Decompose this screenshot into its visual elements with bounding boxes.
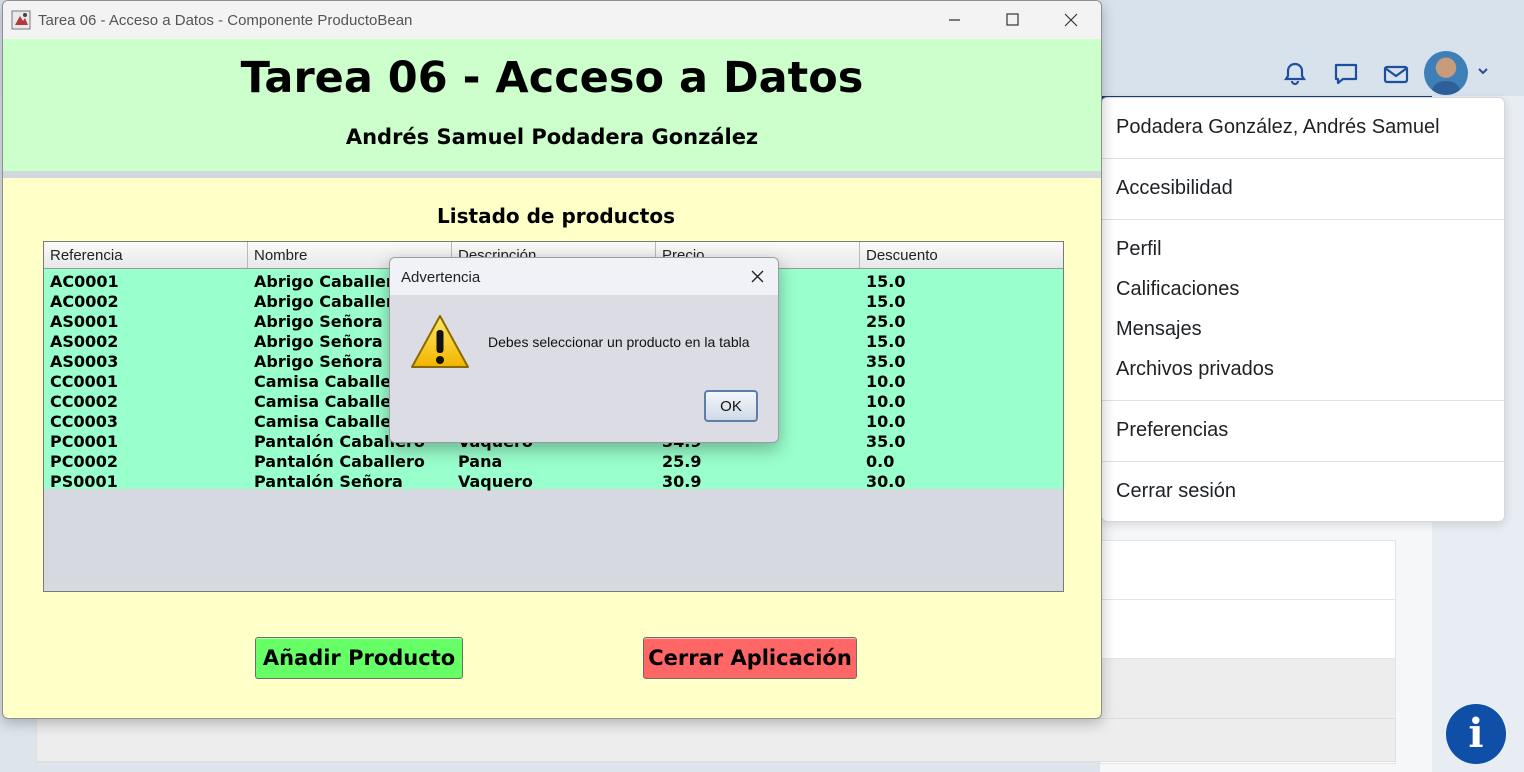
warning-icon bbox=[411, 315, 469, 368]
minimize-icon[interactable] bbox=[925, 1, 983, 39]
close-app-button[interactable]: Cerrar Aplicación bbox=[643, 637, 857, 679]
dialog-message: Debes seleccionar un producto en la tabl… bbox=[488, 334, 750, 350]
chat-icon[interactable] bbox=[1332, 60, 1360, 88]
cell-descripcion: Pana bbox=[458, 452, 503, 471]
dialog-title: Advertencia bbox=[401, 269, 481, 286]
cell-descuento: 10.0 bbox=[866, 392, 906, 411]
avatar[interactable] bbox=[1424, 51, 1468, 95]
web-content-row bbox=[1101, 600, 1395, 659]
cell-descuento: 35.0 bbox=[866, 352, 906, 371]
cell-precio: 30.9 bbox=[662, 472, 702, 491]
chevron-down-icon[interactable] bbox=[1476, 64, 1490, 78]
menu-item-cerrar-sesion[interactable]: Cerrar sesión bbox=[1116, 480, 1236, 503]
list-title: Listado de productos bbox=[437, 204, 675, 228]
menu-item-accesibilidad[interactable]: Accesibilidad bbox=[1116, 177, 1233, 200]
author-name: Andrés Samuel Podadera González bbox=[345, 125, 759, 149]
table-row[interactable]: PS0001 Pantalón Señora Vaquero 30.9 30.0 bbox=[44, 471, 1063, 491]
ok-button[interactable]: OK bbox=[704, 390, 758, 422]
cell-referencia: AS0001 bbox=[50, 312, 119, 331]
menu-divider bbox=[1102, 461, 1504, 462]
cell-descripcion: Vaquero bbox=[458, 472, 533, 491]
mail-icon[interactable] bbox=[1382, 60, 1410, 88]
cell-referencia: PS0001 bbox=[50, 472, 118, 491]
menu-divider bbox=[1102, 158, 1504, 159]
cell-nombre: Pantalón Caballero bbox=[254, 452, 425, 471]
close-icon[interactable] bbox=[1041, 1, 1099, 39]
menu-item-calificaciones[interactable]: Calificaciones bbox=[1116, 278, 1239, 301]
window-title: Tarea 06 - Acceso a Datos - Componente P… bbox=[38, 12, 413, 29]
cell-referencia: PC0002 bbox=[50, 452, 118, 471]
cell-nombre: Pantalón Señora bbox=[254, 472, 403, 491]
window-titlebar[interactable]: Tarea 06 - Acceso a Datos - Componente P… bbox=[3, 1, 1101, 39]
cell-referencia: CC0002 bbox=[50, 392, 119, 411]
cell-descuento: 15.0 bbox=[866, 332, 906, 351]
user-dropdown-menu: Podadera González, Andrés Samuel Accesib… bbox=[1101, 97, 1505, 522]
menu-divider bbox=[1102, 400, 1504, 401]
menu-divider bbox=[1102, 219, 1504, 220]
info-button[interactable]: i bbox=[1446, 704, 1506, 764]
cell-descuento: 30.0 bbox=[866, 472, 906, 491]
column-header-referencia[interactable]: Referencia bbox=[44, 242, 248, 268]
cell-descuento: 25.0 bbox=[866, 312, 906, 331]
close-icon[interactable] bbox=[742, 264, 772, 290]
cell-referencia: AC0002 bbox=[50, 292, 119, 311]
cell-referencia: PC0001 bbox=[50, 432, 118, 451]
page-title: Tarea 06 - Acceso a Datos bbox=[240, 53, 864, 103]
cell-referencia: AS0002 bbox=[50, 332, 119, 351]
menu-item-archivos-privados[interactable]: Archivos privados bbox=[1116, 358, 1274, 381]
cell-referencia: AC0001 bbox=[50, 272, 119, 291]
cell-descuento: 35.0 bbox=[866, 432, 906, 451]
cell-referencia: AS0003 bbox=[50, 352, 119, 371]
warning-dialog: Advertencia Debes seleccionar un product… bbox=[389, 257, 779, 443]
maximize-icon[interactable] bbox=[983, 1, 1041, 39]
add-product-button[interactable]: Añadir Producto bbox=[255, 637, 463, 679]
cell-descuento: 10.0 bbox=[866, 412, 906, 431]
cell-referencia: CC0003 bbox=[50, 412, 119, 431]
web-content-row bbox=[1101, 541, 1395, 600]
app-header: Tarea 06 - Acceso a Datos Andrés Samuel … bbox=[3, 39, 1101, 171]
column-header-descuento[interactable]: Descuento bbox=[860, 242, 1063, 268]
cell-descuento: 0.0 bbox=[866, 452, 895, 471]
menu-item-perfil[interactable]: Perfil bbox=[1116, 238, 1162, 261]
menu-item-preferencias[interactable]: Preferencias bbox=[1116, 419, 1228, 442]
header-separator bbox=[3, 171, 1101, 178]
cell-precio: 25.9 bbox=[662, 452, 702, 471]
web-footer-strip bbox=[36, 718, 1396, 762]
java-app-icon bbox=[11, 10, 31, 30]
cell-descuento: 15.0 bbox=[866, 272, 906, 291]
bell-icon[interactable] bbox=[1281, 60, 1309, 88]
cell-referencia: CC0001 bbox=[50, 372, 119, 391]
user-menu-name[interactable]: Podadera González, Andrés Samuel bbox=[1116, 116, 1440, 139]
menu-item-mensajes[interactable]: Mensajes bbox=[1116, 318, 1202, 341]
cell-descuento: 15.0 bbox=[866, 292, 906, 311]
cell-descuento: 10.0 bbox=[866, 372, 906, 391]
dialog-titlebar[interactable]: Advertencia bbox=[390, 258, 778, 295]
table-row[interactable]: PC0002 Pantalón Caballero Pana 25.9 0.0 bbox=[44, 451, 1063, 471]
